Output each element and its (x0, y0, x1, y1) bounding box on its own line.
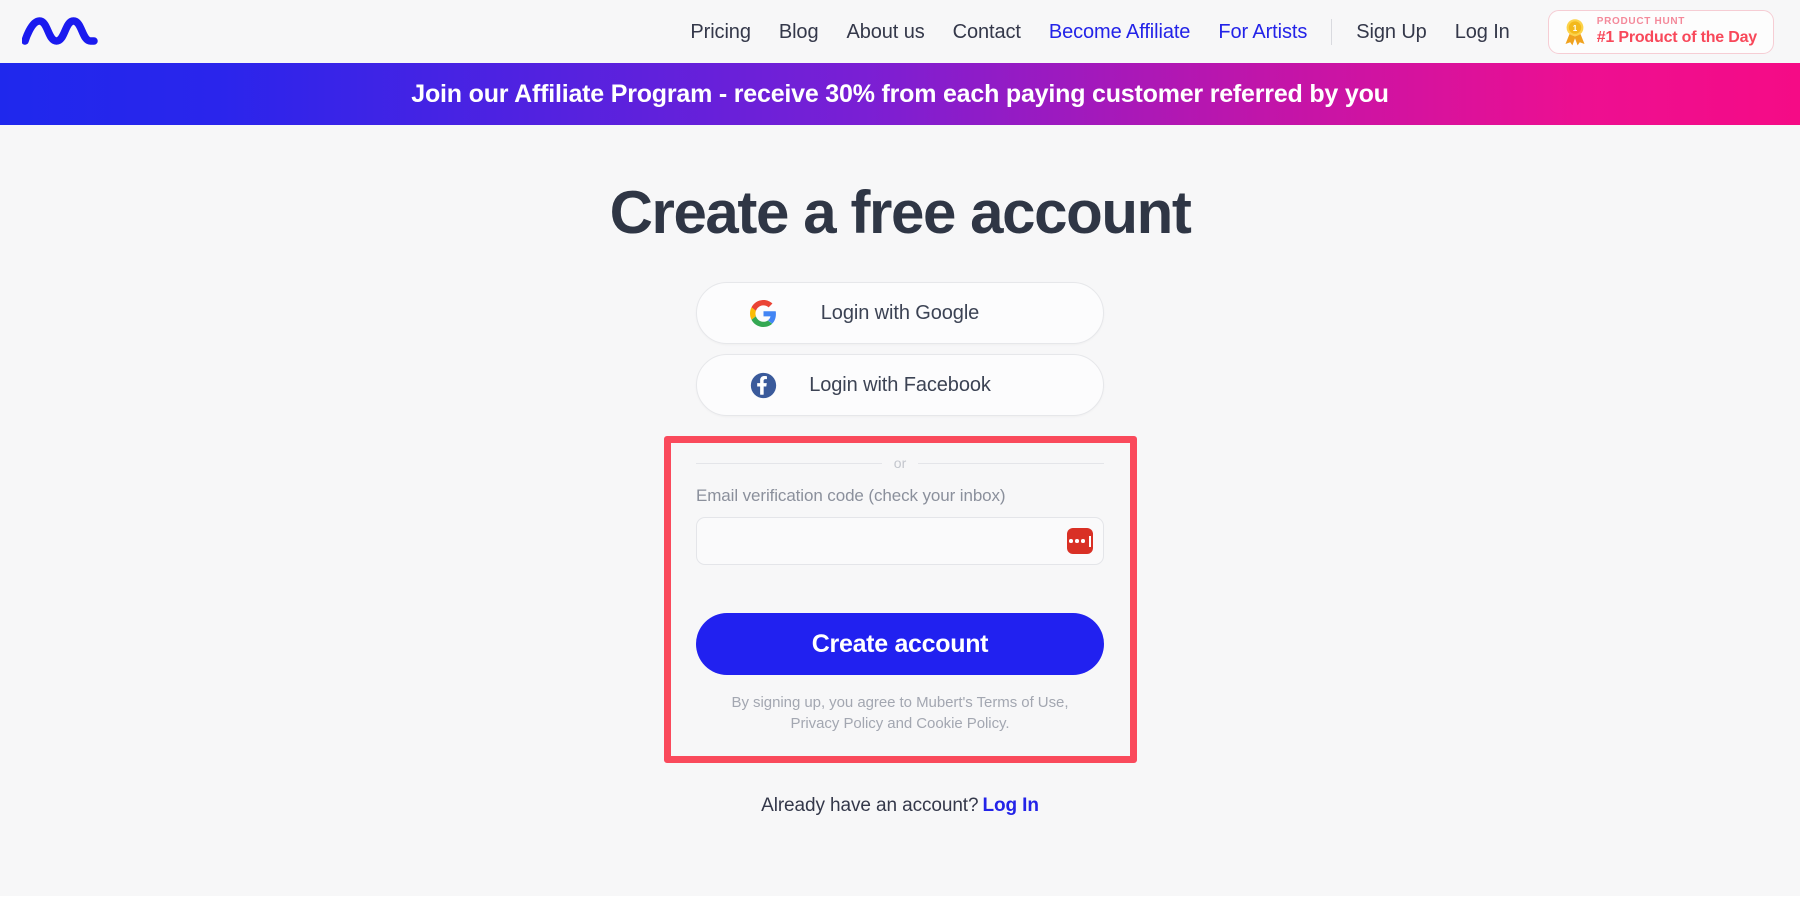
terms-line-2: Privacy Policy and Cookie Policy. (790, 715, 1010, 733)
affiliate-banner-text: Join our Affiliate Program - receive 30%… (411, 79, 1389, 108)
product-hunt-badge[interactable]: 1 PRODUCT HUNT #1 Product of the Day (1547, 9, 1774, 54)
signup-page: Pricing Blog About us Contact Become Aff… (0, 0, 1800, 902)
svg-text:1: 1 (1572, 24, 1577, 33)
nav-divider (1331, 18, 1333, 45)
existing-account-prompt: Already have an account? Log In (696, 795, 1104, 817)
main-content: Create a free account Login with Google (0, 125, 1800, 902)
nav-item-blog[interactable]: Blog (765, 22, 833, 42)
nav-item-about-us[interactable]: About us (832, 22, 938, 42)
or-divider-line-right (918, 462, 1105, 464)
medal-ribbon-icon: 1 (1562, 18, 1588, 46)
nav-item-contact[interactable]: Contact (939, 22, 1035, 42)
footer-log-in-link[interactable]: Log In (982, 795, 1038, 816)
google-g-icon (749, 299, 777, 327)
main-navigation: Pricing Blog About us Contact Become Aff… (676, 9, 1774, 54)
bottom-edge-rule (0, 896, 1800, 902)
pm-dot-3 (1081, 539, 1085, 543)
or-divider-line-left (696, 462, 882, 464)
email-code-form-region: or Email verification code (check your i… (664, 430, 1137, 763)
page-title: Create a free account (609, 179, 1192, 246)
pm-dot-1 (1069, 539, 1073, 543)
or-divider-label: or (893, 455, 907, 471)
nav-item-for-artists[interactable]: For Artists (1204, 22, 1321, 42)
create-account-button[interactable]: Create account (696, 613, 1104, 675)
login-with-facebook-label: Login with Facebook (809, 373, 991, 396)
product-hunt-text: PRODUCT HUNT #1 Product of the Day (1597, 16, 1757, 47)
product-hunt-kicker: PRODUCT HUNT (1596, 16, 1686, 28)
log-in-link[interactable]: Log In (1441, 22, 1524, 42)
affiliate-banner[interactable]: Join our Affiliate Program - receive 30%… (0, 63, 1800, 125)
terms-text: By signing up, you agree to Mubert's Ter… (696, 692, 1104, 735)
sign-up-link[interactable]: Sign Up (1342, 22, 1440, 42)
terms-line-1: By signing up, you agree to Mubert's Ter… (731, 694, 1069, 711)
verification-code-input[interactable] (696, 517, 1104, 565)
pm-dot-2 (1075, 539, 1079, 543)
login-with-facebook-button[interactable]: Login with Facebook (696, 354, 1104, 416)
pm-caret (1088, 535, 1091, 547)
login-with-google-button[interactable]: Login with Google (696, 282, 1104, 344)
login-with-google-label: Login with Google (820, 301, 980, 324)
product-hunt-title: #1 Product of the Day (1596, 28, 1757, 46)
existing-account-text: Already have an account? (761, 794, 979, 816)
auth-column: Login with Google Login with Facebook or (664, 282, 1137, 817)
mubert-wave-logo[interactable] (22, 12, 118, 52)
nav-item-become-affiliate[interactable]: Become Affiliate (1035, 22, 1204, 42)
site-header: Pricing Blog About us Contact Become Aff… (0, 0, 1800, 63)
or-divider: or (696, 455, 1105, 471)
verification-code-input-wrap (696, 517, 1104, 565)
password-manager-icon[interactable] (1067, 528, 1093, 554)
nav-item-pricing[interactable]: Pricing (676, 22, 764, 42)
facebook-f-icon (749, 371, 777, 399)
verification-code-label: Email verification code (check your inbo… (696, 486, 1006, 505)
